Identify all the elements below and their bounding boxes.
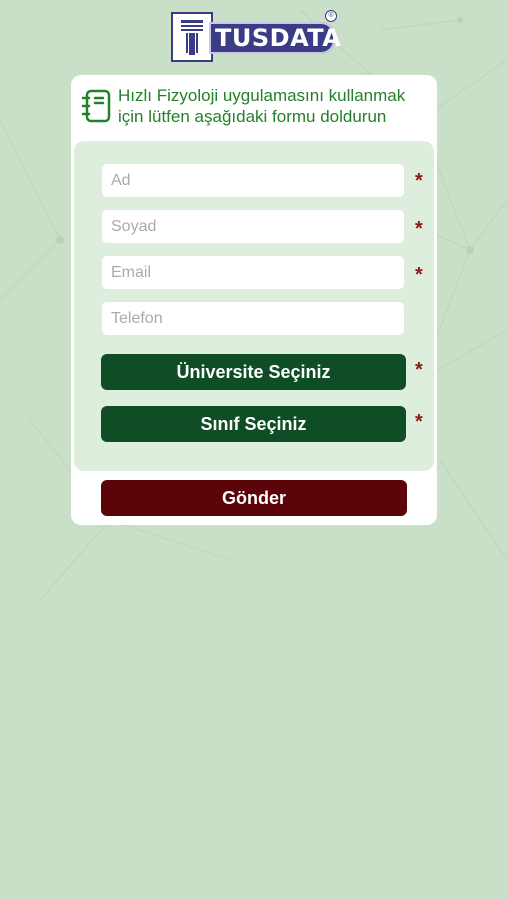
registered-mark: ® — [325, 10, 337, 22]
university-select-button[interactable]: Üniversite Seçiniz — [101, 354, 406, 390]
phone-input[interactable]: Telefon — [101, 301, 405, 336]
required-mark: * — [415, 264, 423, 286]
required-mark: * — [415, 411, 423, 433]
form-fields-panel: Ad * Soyad * Email * Telefon Üniversite … — [74, 141, 434, 471]
required-mark: * — [415, 359, 423, 381]
first-name-input[interactable]: Ad — [101, 163, 405, 198]
form-instructions: Hızlı Fizyoloji uygulamasını kullanmak i… — [118, 86, 406, 126]
required-mark: * — [415, 170, 423, 192]
submit-button[interactable]: Gönder — [101, 480, 407, 516]
class-select-button[interactable]: Sınıf Seçiniz — [101, 406, 406, 442]
tusdata-logo: TUSDATA ® — [171, 10, 342, 64]
logo-text: TUSDATA — [215, 24, 342, 52]
email-input[interactable]: Email — [101, 255, 405, 290]
required-mark: * — [415, 218, 423, 240]
notebook-icon — [81, 89, 111, 123]
registration-card: Hızlı Fizyoloji uygulamasını kullanmak i… — [71, 75, 437, 525]
logo-book-icon — [171, 12, 213, 62]
last-name-input[interactable]: Soyad — [101, 209, 405, 244]
